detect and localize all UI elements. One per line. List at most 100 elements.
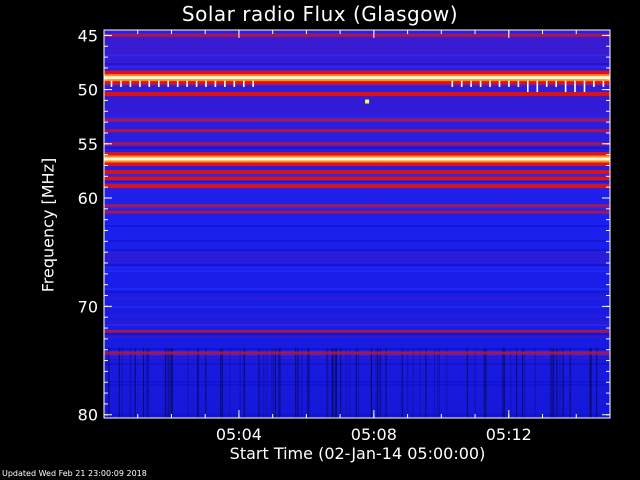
burst-spike bbox=[243, 80, 245, 87]
noise-row bbox=[104, 207, 610, 209]
noise-row bbox=[104, 54, 610, 56]
noise-column bbox=[258, 348, 260, 418]
noise-column bbox=[483, 348, 485, 418]
point-source bbox=[365, 99, 370, 104]
burst-spike bbox=[545, 80, 548, 87]
noise-column bbox=[170, 348, 172, 418]
burst-spike bbox=[148, 80, 151, 87]
noise-row bbox=[104, 147, 610, 149]
noise-column bbox=[327, 348, 329, 418]
noise-column bbox=[562, 348, 564, 418]
frequency-band bbox=[104, 142, 610, 146]
frequency-band bbox=[104, 33, 610, 37]
noise-row bbox=[104, 363, 610, 365]
noise-row bbox=[104, 255, 610, 257]
noise-column bbox=[485, 348, 487, 418]
frequency-band bbox=[104, 118, 610, 122]
noise-column bbox=[279, 348, 281, 418]
noise-row bbox=[104, 270, 610, 272]
noise-column bbox=[355, 348, 357, 418]
noise-row bbox=[104, 261, 610, 263]
noise-column bbox=[145, 348, 147, 418]
noise-row bbox=[104, 324, 610, 326]
noise-row bbox=[104, 174, 610, 176]
noise-column bbox=[345, 348, 347, 418]
noise-column bbox=[229, 348, 231, 418]
y-tick-label: 45 bbox=[78, 26, 98, 45]
burst-spike bbox=[460, 80, 463, 87]
noise-column bbox=[198, 348, 200, 418]
point-layer bbox=[365, 99, 370, 104]
frequency-band bbox=[104, 76, 610, 80]
noise-row bbox=[104, 225, 610, 227]
noise-column bbox=[221, 348, 223, 418]
burst-spike bbox=[158, 80, 160, 87]
noise-column bbox=[534, 348, 536, 418]
noise-column bbox=[550, 348, 552, 418]
noise-column bbox=[419, 348, 421, 418]
noise-row bbox=[104, 288, 610, 290]
burst-spike bbox=[214, 80, 217, 87]
noise-column bbox=[308, 348, 310, 418]
burst-spike bbox=[508, 80, 510, 87]
noise-row bbox=[104, 66, 610, 68]
burst-spike bbox=[479, 80, 482, 87]
noise-column bbox=[377, 348, 379, 418]
noise-column bbox=[220, 348, 222, 418]
noise-column bbox=[385, 348, 387, 418]
noise-row bbox=[104, 264, 610, 266]
y-tick-label: 70 bbox=[78, 297, 98, 316]
noise-column bbox=[446, 348, 448, 418]
burst-spike bbox=[555, 80, 557, 87]
burst-spike bbox=[176, 80, 179, 87]
noise-column bbox=[596, 348, 598, 418]
y-tick-label: 50 bbox=[78, 81, 98, 100]
noise-column bbox=[379, 348, 381, 418]
burst-spike bbox=[167, 80, 169, 87]
noise-row bbox=[104, 240, 610, 242]
noise-row bbox=[104, 336, 610, 338]
burst-spike bbox=[517, 80, 520, 87]
burst-spike bbox=[451, 80, 454, 87]
x-tick-label: 05:08 bbox=[351, 425, 397, 444]
burst-spike bbox=[233, 80, 236, 87]
noise-column bbox=[559, 348, 561, 418]
noise-column bbox=[118, 348, 120, 418]
noise-row bbox=[104, 357, 610, 359]
frequency-band bbox=[104, 204, 610, 208]
noise-column bbox=[307, 348, 309, 418]
noise-row bbox=[104, 333, 610, 335]
y-tick-label: 60 bbox=[78, 189, 98, 208]
burst-spike bbox=[205, 80, 207, 87]
plot-background bbox=[104, 30, 610, 418]
noise-column bbox=[121, 348, 123, 418]
noise-column bbox=[503, 348, 505, 418]
noise-column bbox=[278, 348, 280, 418]
y-tick-label: 80 bbox=[78, 406, 98, 425]
frequency-band bbox=[104, 170, 610, 174]
burst-spike bbox=[489, 80, 491, 87]
burst-spike bbox=[110, 80, 113, 87]
noise-row bbox=[104, 414, 610, 416]
burst-spike bbox=[470, 80, 472, 87]
noise-column bbox=[272, 348, 274, 418]
frequency-band bbox=[104, 329, 610, 333]
burst-spike bbox=[129, 80, 132, 87]
frequency-band bbox=[104, 157, 610, 161]
noise-row bbox=[104, 321, 610, 323]
noise-column bbox=[412, 348, 414, 418]
noise-row bbox=[104, 297, 610, 299]
noise-column bbox=[425, 348, 427, 418]
noise-row bbox=[104, 99, 610, 101]
noise-row bbox=[104, 384, 610, 386]
noise-column bbox=[274, 348, 276, 418]
noise-column bbox=[295, 348, 297, 418]
noise-row bbox=[104, 96, 610, 98]
noise-row bbox=[104, 315, 610, 317]
noise-column bbox=[171, 348, 173, 418]
noise-column bbox=[358, 348, 360, 418]
noise-column bbox=[516, 348, 518, 418]
noise-column bbox=[334, 348, 336, 418]
noise-row bbox=[104, 267, 610, 269]
y-tick-label: 55 bbox=[78, 135, 98, 154]
